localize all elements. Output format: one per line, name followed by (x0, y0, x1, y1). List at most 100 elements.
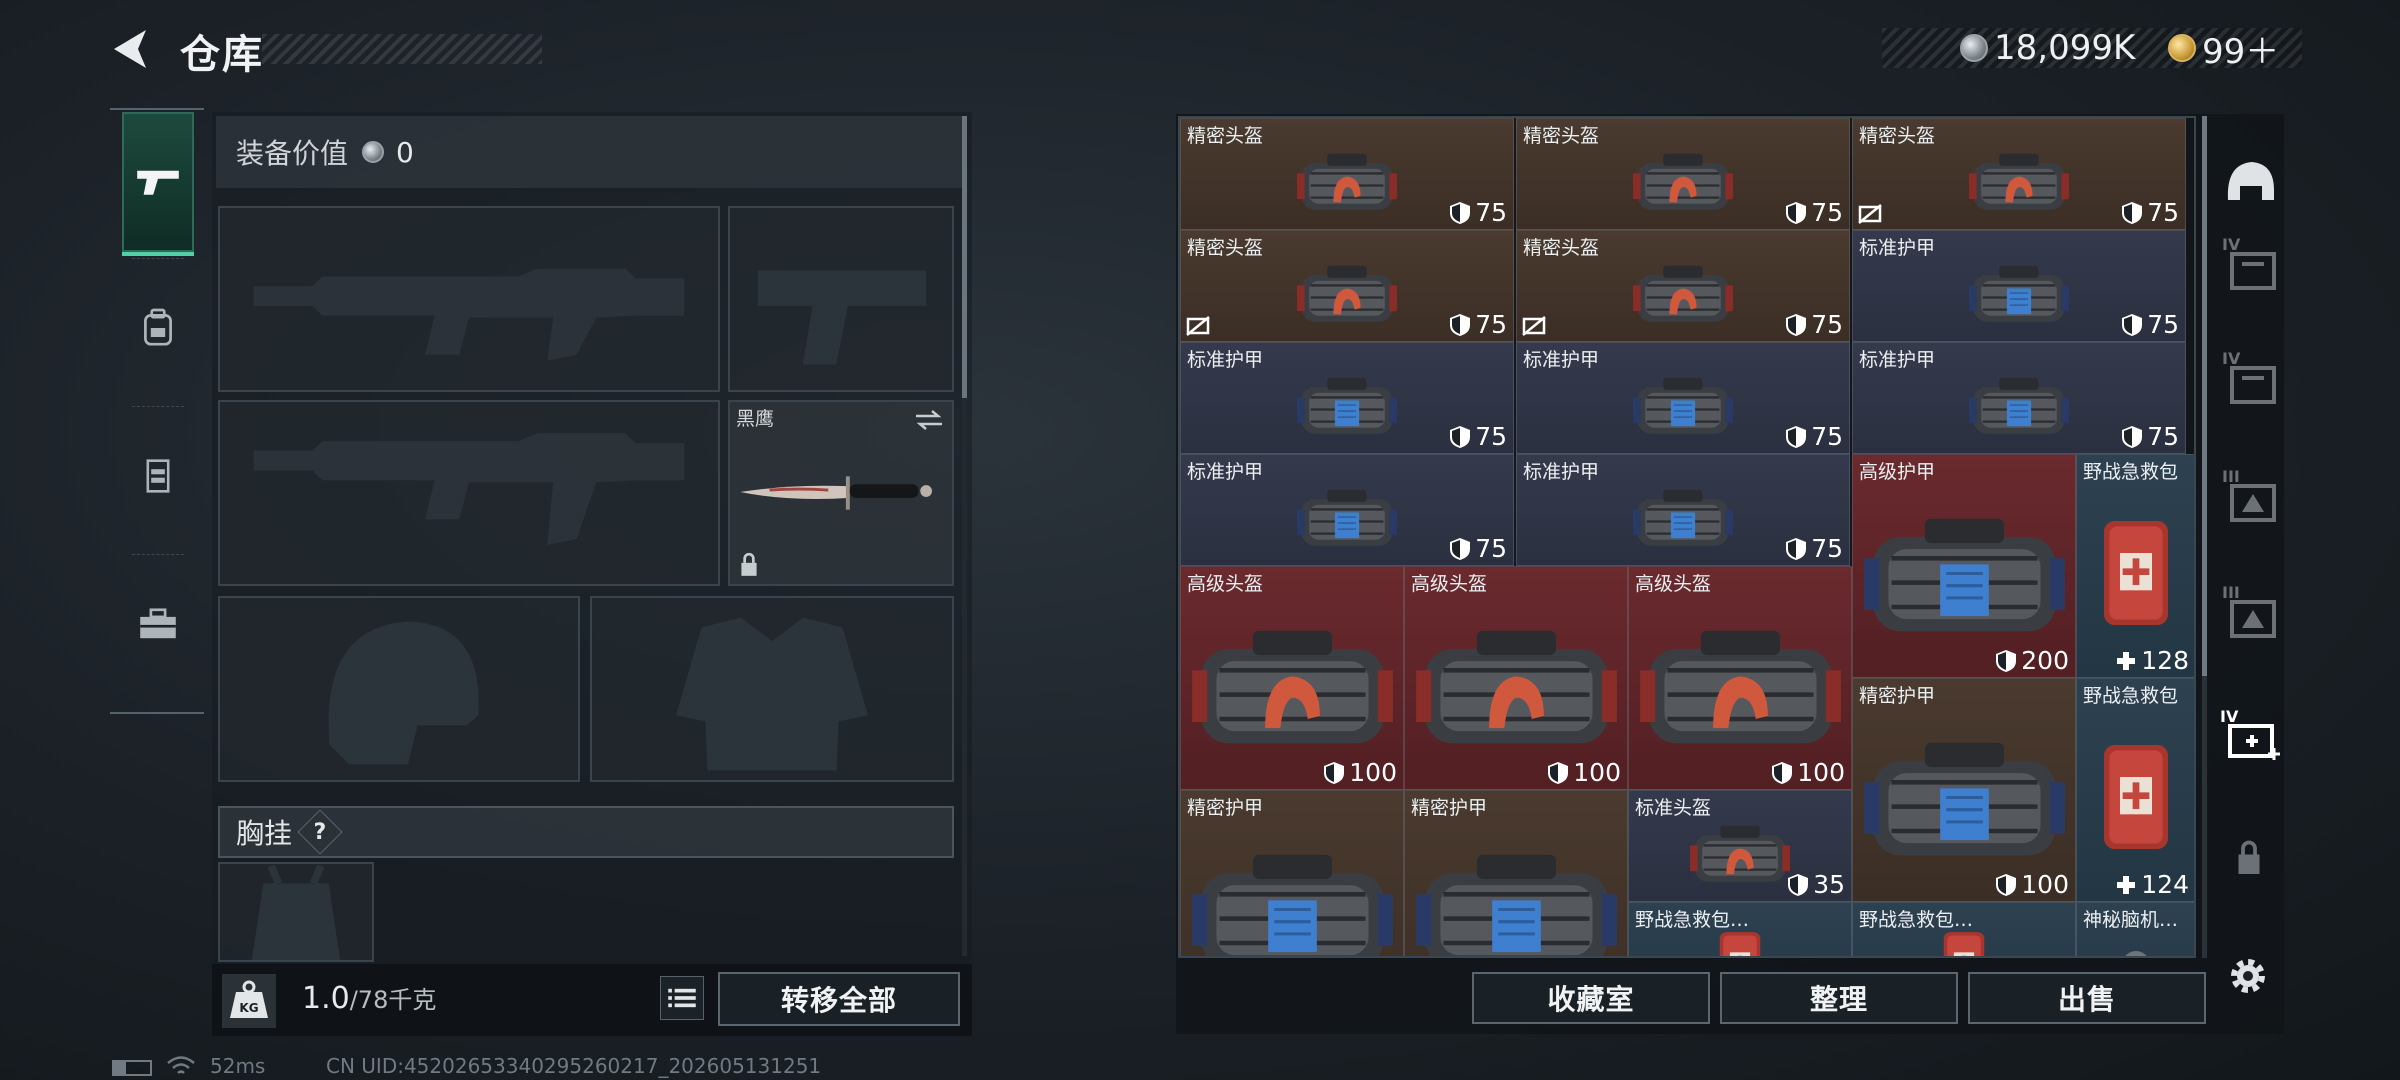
item-durability-value: 100 (1573, 758, 1621, 787)
shield-icon (1547, 761, 1569, 785)
item-durability: 100 (1323, 758, 1397, 787)
rail-item-weapons[interactable] (122, 112, 194, 256)
inventory-item-chip[interactable]: 神秘脑机… (2076, 902, 2194, 956)
helmet-category-icon[interactable] (2218, 150, 2282, 214)
item-name: 精密头盔 (1523, 125, 1600, 147)
item-name: 精密头盔 (1523, 237, 1600, 259)
sidearm-slot[interactable] (728, 206, 954, 392)
inventory-item-helmet[interactable]: 精密头盔 75 (1180, 118, 1514, 230)
item-durability: 75 (1449, 422, 1507, 451)
silver-currency: 18,099K (1960, 28, 2135, 68)
item-durability-value: 75 (1811, 534, 1843, 563)
shield-icon (1785, 313, 1807, 337)
gold-currency[interactable]: 99＋ (2168, 28, 2279, 72)
inventory-item-armor[interactable]: 精密护甲 (1404, 790, 1628, 956)
toolbox-icon (140, 608, 176, 639)
organize-button[interactable]: 整理 (1720, 972, 1958, 1024)
item-durability-value: 100 (1797, 758, 1845, 787)
item-durability: 100 (1547, 758, 1621, 787)
helmet-item-image (1181, 567, 1403, 789)
inventory-item-helmet[interactable]: 高级头盔 100 (1180, 566, 1404, 790)
item-durability: 75 (2121, 198, 2179, 227)
inventory-item-armor[interactable]: 标准护甲 75 (1852, 342, 2186, 454)
inventory-item-armor[interactable]: 精密护甲 100 (1852, 678, 2076, 902)
inventory-item-armor[interactable]: 标准护甲 75 (1180, 454, 1514, 566)
chest-rig-slot[interactable] (218, 862, 374, 962)
gold-coin-icon (2168, 34, 2196, 62)
inventory-item-armor[interactable]: 标准护甲 75 (1516, 342, 1850, 454)
inventory-item-armor[interactable]: 标准护甲 75 (1852, 230, 2186, 342)
item-name: 高级头盔 (1411, 573, 1488, 595)
item-name: 标准头盔 (1635, 797, 1712, 819)
settings-button[interactable] (2224, 952, 2272, 1000)
equipment-value-header: 装备价值 0 (216, 116, 966, 188)
item-durability: 35 (1787, 870, 1845, 899)
sell-button[interactable]: 出售 (1968, 972, 2206, 1024)
pistol-icon (137, 170, 179, 195)
inventory-item-armor[interactable]: 高级护甲 200 (1852, 454, 2076, 678)
rail-item-vest[interactable] (122, 406, 194, 546)
inventory-item-helmet[interactable]: 高级头盔 100 (1628, 566, 1852, 790)
transfer-all-button[interactable]: 转移全部 (718, 972, 960, 1026)
inventory-grid: 精密头盔 75 精密头盔 75 精密头盔 75 精密头盔 75 精密头盔 75 … (1178, 116, 2196, 958)
item-durability: 128 (2115, 646, 2189, 675)
shield-icon (1323, 761, 1345, 785)
item-name: 野战急救包… (1635, 909, 1750, 931)
inventory-item-helmet[interactable]: 精密头盔 75 (1516, 230, 1850, 342)
item-durability-value: 128 (2141, 646, 2189, 675)
shield-icon (1785, 201, 1807, 225)
helmet-iii-icon[interactable]: III (2218, 462, 2282, 526)
item-durability: 75 (1449, 310, 1507, 339)
inventory-item-armor[interactable]: 标准护甲 75 (1516, 454, 1850, 566)
silver-coin-icon (1960, 34, 1988, 62)
shield-icon (1787, 873, 1809, 897)
collection-room-button[interactable]: 收藏室 (1472, 972, 1710, 1024)
inventory-item-helmet[interactable]: 精密头盔 75 (1516, 118, 1850, 230)
inventory-scroll-thumb[interactable] (2202, 116, 2207, 676)
silver-amount: 18,099K (1994, 28, 2136, 68)
melee-slot[interactable]: 黑鹰 (728, 400, 954, 586)
list-view-button[interactable] (660, 976, 704, 1020)
inventory-category-column: IV IV III III IV (2214, 116, 2286, 958)
item-name: 神秘脑机… (2083, 909, 2179, 931)
back-button[interactable] (108, 24, 158, 74)
inventory-item-helmet[interactable]: 精密头盔 75 (1852, 118, 2186, 230)
inventory-item-armor[interactable]: 标准护甲 75 (1180, 342, 1514, 454)
svg-text:III: III (2222, 583, 2240, 602)
help-button[interactable]: ? (297, 809, 343, 855)
inventory-item-medkit[interactable]: 野战急救包… (1852, 902, 2076, 956)
item-durability: 75 (1785, 198, 1843, 227)
primary-weapon-slot[interactable] (218, 206, 720, 392)
swap-icon[interactable] (914, 408, 944, 432)
rail-item-backpack[interactable] (122, 258, 194, 398)
lock-icon (741, 552, 757, 576)
inventory-item-medkit[interactable]: 野战急救包 128 (2076, 454, 2194, 678)
armor-slot[interactable] (590, 596, 954, 782)
item-durability-value: 75 (1811, 310, 1843, 339)
inventory-item-armor[interactable]: 精密护甲 (1180, 790, 1404, 956)
rifle-silhouette-icon (253, 433, 685, 545)
item-durability-value: 75 (1475, 310, 1507, 339)
loadout-scroll-thumb[interactable] (962, 116, 967, 398)
inventory-item-medkit[interactable]: 野战急救包 124 (2076, 678, 2194, 902)
secondary-weapon-slot[interactable] (218, 400, 720, 586)
rifle-silhouette-icon (253, 268, 685, 361)
rail-item-toolbox[interactable] (122, 554, 194, 694)
inventory-item-helmet[interactable]: 标准头盔 35 (1628, 790, 1852, 902)
currency-bar: 18,099K 99＋ (1882, 28, 2302, 72)
helmet-iii-icon-2[interactable]: III (2218, 578, 2282, 642)
medkit-iv-icon[interactable]: IV (2218, 702, 2282, 766)
inventory-item-medkit[interactable]: 野战急救包… (1628, 902, 1852, 956)
shield-icon (1449, 201, 1471, 225)
item-name: 标准护甲 (1187, 461, 1264, 483)
pistol-silhouette-icon (757, 270, 927, 365)
svg-text:III: III (2222, 467, 2240, 486)
inventory-item-helmet[interactable]: 精密头盔 75 (1180, 230, 1514, 342)
armor-iv-icon-2[interactable]: IV (2218, 344, 2282, 408)
shield-icon (1995, 649, 2017, 673)
inventory-item-helmet[interactable]: 高级头盔 100 (1404, 566, 1628, 790)
item-durability: 75 (2121, 310, 2179, 339)
helmet-slot[interactable] (218, 596, 580, 782)
item-durability: 75 (1785, 310, 1843, 339)
armor-iv-icon[interactable]: IV (2218, 230, 2282, 294)
